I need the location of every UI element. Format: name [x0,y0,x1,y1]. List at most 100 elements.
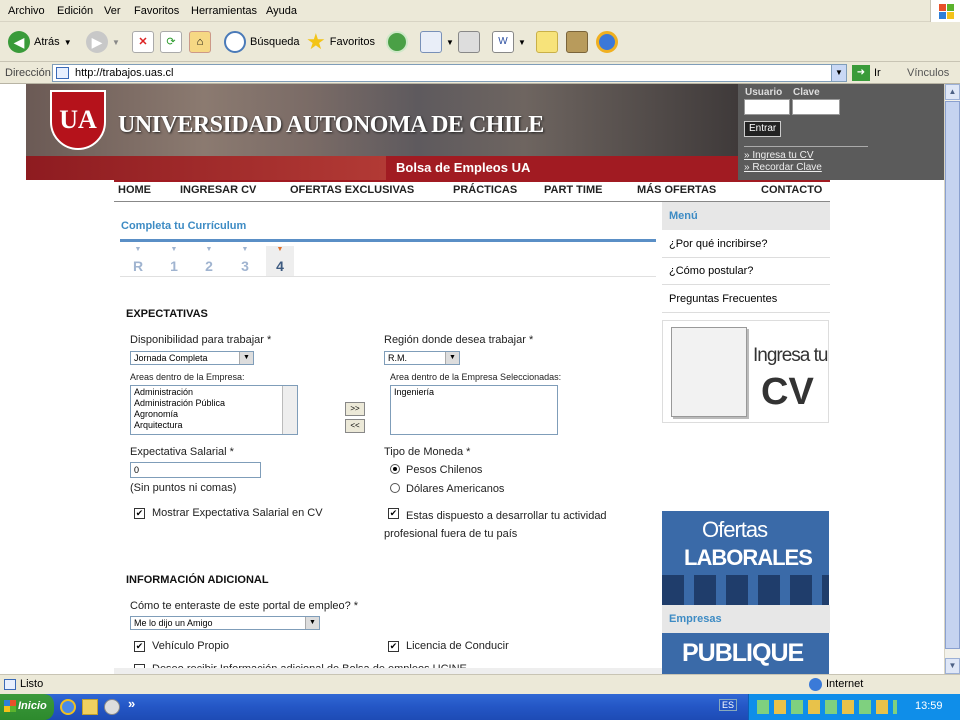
nav-ingresar-cv[interactable]: INGRESAR CV [180,184,256,196]
step-4-current[interactable]: ▼ 4 [266,246,294,276]
refresh-button[interactable]: ⟳ [160,30,182,54]
salario-label: Expectativa Salarial * [130,446,234,458]
forward-button[interactable]: ▶ ▼ [86,30,120,54]
vehiculo-checkbox[interactable]: ✔ [134,641,145,652]
print-icon [458,31,480,53]
mostrar-checkbox[interactable]: ✔ [134,508,145,519]
word-edit-icon: W [492,31,514,53]
list-item[interactable]: Administración Pública [134,398,294,409]
home-button[interactable]: ⌂ [189,30,211,54]
publique-line1: PUBLIQUE [682,639,804,667]
edit-button[interactable]: W ▼ [492,30,526,54]
menu-ayuda[interactable]: Ayuda [266,5,297,17]
discuss-button[interactable] [536,30,558,54]
quicklaunch-outlook-icon[interactable] [82,699,98,715]
nav-part-time[interactable]: PART TIME [544,184,602,196]
nav-ofertas-exclusivas[interactable]: OFERTAS EXCLUSIVAS [290,184,414,196]
vertical-scrollbar[interactable]: ▲ ▼ [944,84,960,674]
nav-home[interactable]: HOME [118,184,151,196]
note-icon [536,31,558,53]
nav-mas-ofertas[interactable]: MÁS OFERTAS [637,184,716,196]
region-select[interactable]: R.M. ▼ [384,351,460,365]
messenger-icon [596,31,618,53]
sidebar-item-preguntas[interactable]: Preguntas Frecuentes [662,285,830,313]
entrar-button[interactable]: Entrar [744,121,782,137]
dropdown-arrow-icon: ▼ [239,352,253,364]
sidebar-item-como-postular[interactable]: ¿Cómo postular? [662,258,830,285]
step-3[interactable]: ▼ 3 [231,246,259,276]
favorites-button[interactable]: ★ Favoritos [306,30,375,54]
list-item[interactable]: Agronomía [134,409,294,420]
step-label: 1 [170,258,178,274]
scroll-thumb[interactable] [945,101,960,649]
ingresa-cv-banner[interactable]: Ingresa tu CV [662,320,829,423]
areas-selected-listbox[interactable]: Ingeniería [390,385,558,435]
dropdown-arrow-icon: ▼ [305,617,319,629]
address-input[interactable]: http://trabajos.uas.cl ▼ [52,64,847,82]
quicklaunch-ie-icon[interactable] [60,699,76,715]
listbox-scrollbar[interactable] [282,386,297,434]
history-button[interactable] [386,30,408,54]
start-button[interactable]: Inicio [0,694,54,720]
address-dropdown-icon[interactable]: ▼ [831,65,846,81]
tray-icons[interactable] [757,700,897,714]
language-indicator[interactable]: ES [719,699,738,711]
nav-contacto[interactable]: CONTACTO [761,184,822,196]
menu-archivo[interactable]: Archivo [8,5,45,17]
licencia-checkbox[interactable]: ✔ [388,641,399,652]
list-item[interactable]: Arquitectura [134,420,294,431]
dispuesto-label: Estas dispuesto a desarrollar tu activid… [384,510,607,540]
sidebar-item-por-que[interactable]: ¿Por qué incribirse? [662,230,830,258]
enteraste-label: Cómo te enteraste de este portal de empl… [130,600,359,612]
menu-herramientas[interactable]: Herramientas [191,5,257,17]
clave-input[interactable] [792,99,840,115]
ingresa-cv-link[interactable]: » Ingresa tu CV [744,150,813,161]
status-text: Listo [20,678,44,690]
step-2[interactable]: ▼ 2 [195,246,223,276]
mail-button[interactable]: ▼ [420,30,454,54]
recordar-clave-link[interactable]: » Recordar Clave [744,162,822,173]
messenger-button[interactable] [596,30,618,54]
sidebar: Menú ¿Por qué incribirse? ¿Cómo postular… [662,202,830,674]
stop-button[interactable]: ✕ [132,30,154,54]
move-right-button[interactable]: >> [345,402,365,416]
enteraste-select[interactable]: Me lo dijo un Amigo ▼ [130,616,320,630]
moneda-label: Tipo de Moneda * [384,446,471,458]
ofertas-line1: Ofertas [702,517,768,542]
usuario-input[interactable] [744,99,790,115]
nav-practicas[interactable]: PRÁCTICAS [453,184,517,196]
ie-toolbar: ◀ Atrás ▼ ▶ ▼ ✕ ⟳ ⌂ Búsqueda ★ Favoritos … [0,22,960,62]
university-title: UNIVERSIDAD AUTONOMA DE CHILE [118,112,544,138]
list-item[interactable]: Administración [134,387,294,398]
search-button[interactable]: Búsqueda [224,30,300,54]
research-button[interactable] [566,30,588,54]
salario-input[interactable]: 0 [130,462,261,478]
pesos-radio[interactable] [390,464,400,474]
disponibilidad-value: Jornada Completa [134,353,208,363]
dolares-radio[interactable] [390,483,400,493]
go-button[interactable]: ➜ Ir [852,65,881,81]
vehiculo-label: Vehículo Propio [152,640,230,652]
scroll-down-icon[interactable]: ▼ [945,658,960,674]
scroll-up-icon[interactable]: ▲ [945,84,960,100]
menu-favoritos[interactable]: Favoritos [134,5,179,17]
move-left-button[interactable]: << [345,419,365,433]
quicklaunch-media-icon[interactable] [104,699,120,715]
clock[interactable]: 13:59 [915,700,943,712]
ofertas-laborales-banner[interactable]: Ofertas LABORALES [662,511,829,605]
disponibilidad-select[interactable]: Jornada Completa ▼ [130,351,254,365]
menu-edicion[interactable]: Edición [57,5,93,17]
list-item[interactable]: Ingeniería [394,387,554,398]
mail-icon [420,31,442,53]
print-button[interactable] [458,30,480,54]
address-url: http://trabajos.uas.cl [75,67,174,79]
step-1[interactable]: ▼ 1 [160,246,188,276]
menu-ver[interactable]: Ver [104,5,121,17]
quicklaunch-expand-icon[interactable]: » [128,696,135,711]
areas-listbox[interactable]: Administración Administración Pública Ag… [130,385,298,435]
back-button[interactable]: ◀ Atrás ▼ [8,30,72,54]
links-label[interactable]: Vínculos [907,67,949,79]
step-r[interactable]: ▼ R [124,246,152,276]
publique-gratis-banner[interactable]: PUBLIQUE gratis [662,633,829,674]
search-label: Búsqueda [250,36,300,48]
